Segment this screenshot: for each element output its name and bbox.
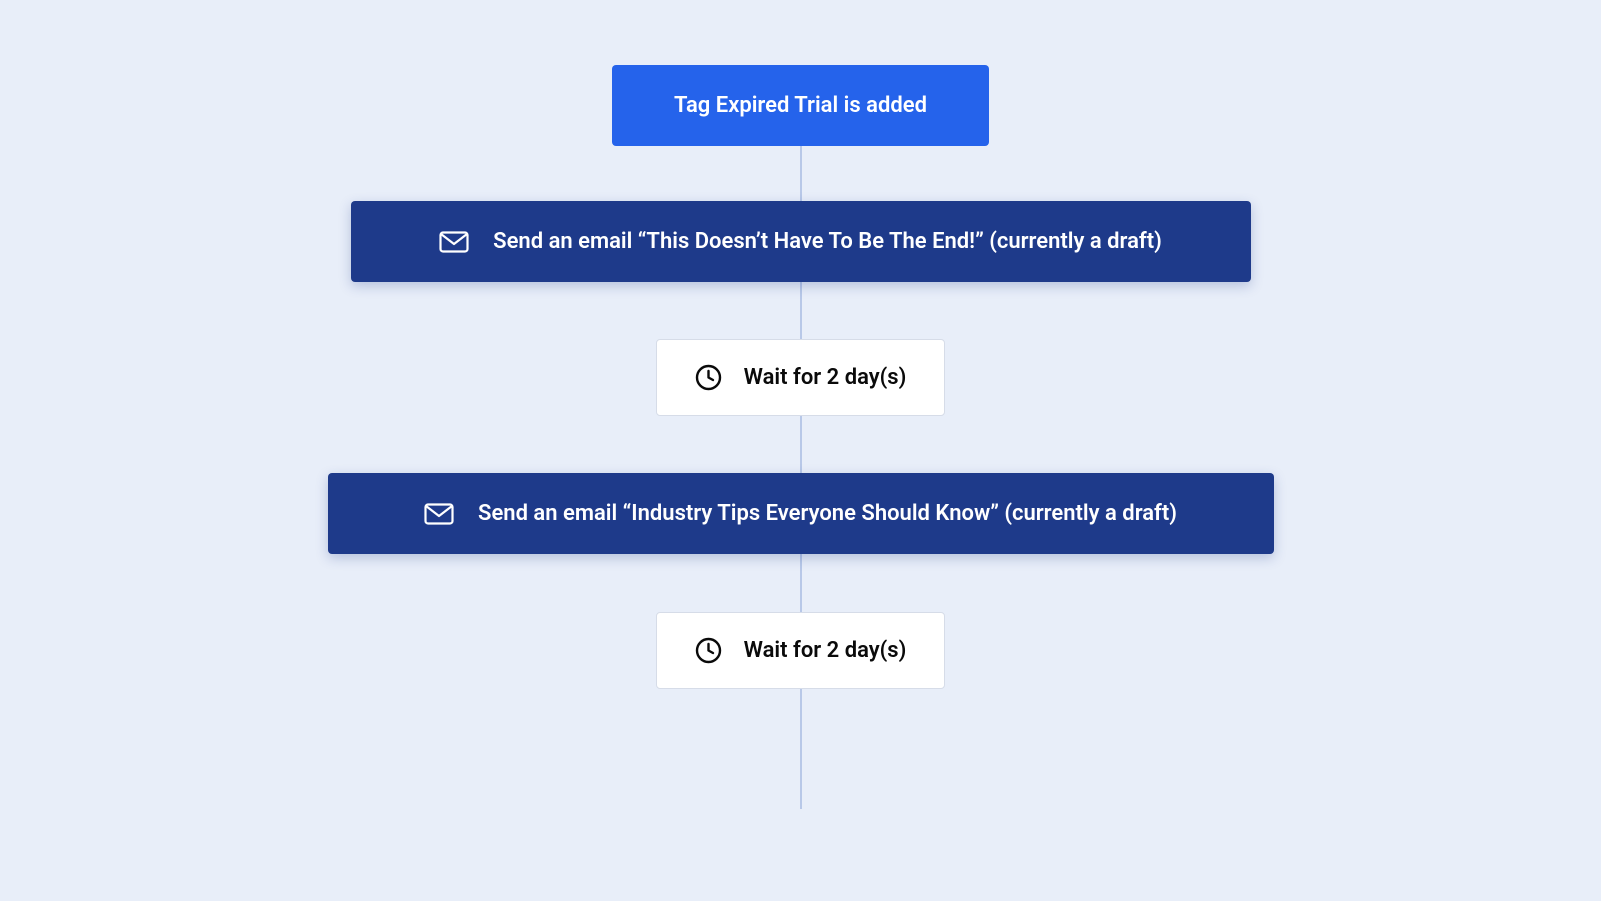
trigger-label: Tag Expired Trial is added [674, 93, 927, 118]
connector [800, 554, 802, 612]
trigger-node[interactable]: Tag Expired Trial is added [612, 65, 989, 146]
envelope-icon [439, 231, 469, 253]
wait-step-2-label: Wait for 2 day(s) [744, 638, 907, 663]
wait-step-1[interactable]: Wait for 2 day(s) [656, 339, 946, 416]
email-step-2[interactable]: Send an email “Industry Tips Everyone Sh… [328, 473, 1274, 554]
wait-step-2[interactable]: Wait for 2 day(s) [656, 612, 946, 689]
email-step-1[interactable]: Send an email “This Doesn’t Have To Be T… [351, 201, 1251, 282]
clock-icon [695, 364, 722, 391]
envelope-icon [424, 503, 454, 525]
email-step-2-label: Send an email “Industry Tips Everyone Sh… [478, 501, 1177, 526]
email-step-1-label: Send an email “This Doesn’t Have To Be T… [493, 229, 1162, 254]
connector [800, 146, 802, 201]
connector [800, 689, 802, 809]
connector [800, 282, 802, 339]
clock-icon [695, 637, 722, 664]
wait-step-1-label: Wait for 2 day(s) [744, 365, 907, 390]
connector [800, 416, 802, 473]
